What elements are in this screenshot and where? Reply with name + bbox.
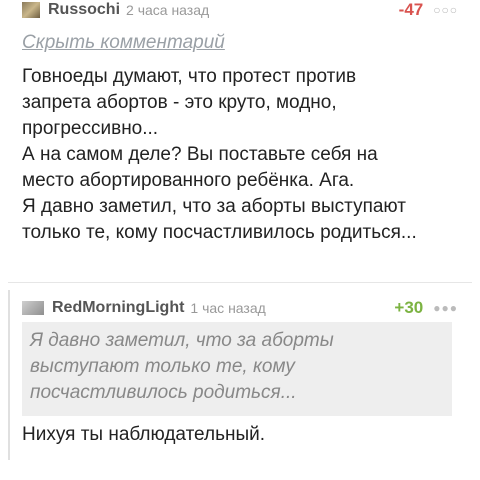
quoted-text: Я давно заметил, что за аборты выступают… [22,322,452,416]
comment-header: Russochi 2 часа назад -47 ○○○ [22,0,458,22]
timestamp[interactable]: 2 часа назад [126,2,209,18]
more-options-icon[interactable]: ●●● [433,301,458,315]
timestamp[interactable]: 1 час назад [190,300,265,316]
reply-thread-line[interactable] [8,290,10,460]
hide-comment-link[interactable]: Скрыть комментарий [22,32,225,54]
avatar[interactable] [22,2,40,18]
username[interactable]: RedMorningLight [52,299,184,317]
comment-text: Говноеды думают, что протест против запр… [22,66,417,243]
divider [8,282,472,283]
comment-rating: +30 [394,298,424,317]
username[interactable]: Russochi [48,1,120,19]
reply-header: RedMorningLight 1 час назад +30 ●●● [22,296,458,320]
comment-rating: -47 [398,0,424,19]
reply-text: Нихуя ты наблюдательный. [22,424,266,445]
more-options-icon[interactable]: ○○○ [433,3,458,17]
avatar[interactable] [22,301,44,315]
